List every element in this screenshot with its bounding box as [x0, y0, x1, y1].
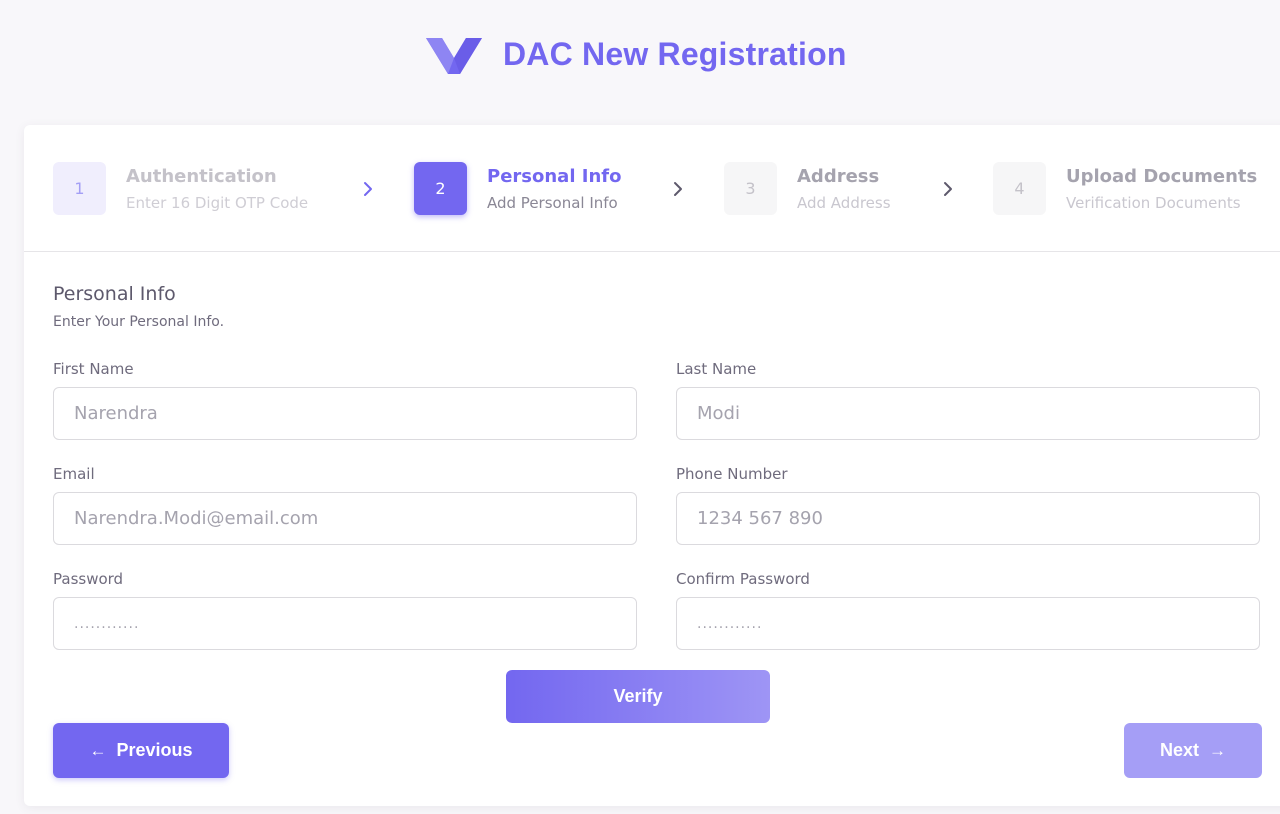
next-button[interactable]: Next → [1124, 723, 1262, 778]
step-personal-info[interactable]: 2 Personal Info Add Personal Info [414, 162, 654, 216]
verify-label: Verify [613, 686, 663, 706]
step-upload-documents[interactable]: 4 Upload Documents Verification Document… [993, 162, 1280, 216]
chevron-right-icon [944, 182, 952, 196]
last-name-label: Last Name [676, 360, 757, 378]
chevron-right-icon [674, 182, 682, 196]
arrow-right-icon: → [1209, 740, 1226, 760]
previous-button[interactable]: ← Previous [53, 723, 229, 778]
step-authentication[interactable]: 1 Authentication Enter 16 Digit OTP Code [53, 162, 353, 216]
confirm-password-label: Confirm Password [676, 570, 810, 588]
section-subtitle: Enter Your Personal Info. [53, 314, 225, 330]
stepper: 1 Authentication Enter 16 Digit OTP Code… [24, 125, 1280, 252]
step-title: Upload Documents [1066, 166, 1258, 187]
brand-header: DAC New Registration [0, 34, 1280, 80]
email-label: Email [53, 465, 95, 483]
step-number: 1 [53, 162, 106, 215]
next-label: Next [1159, 740, 1199, 760]
confirm-password-input[interactable]: ............ [676, 597, 1260, 650]
email-input[interactable]: Narendra.Modi@email.com [53, 492, 637, 545]
registration-page: DAC New Registration 1 Authentication En… [0, 0, 1280, 814]
password-input[interactable]: ............ [53, 597, 637, 650]
section-title: Personal Info [53, 283, 176, 305]
registration-card: 1 Authentication Enter 16 Digit OTP Code… [24, 125, 1280, 806]
step-title: Address [797, 166, 880, 187]
step-title: Personal Info [487, 166, 622, 187]
password-label: Password [53, 570, 124, 588]
step-address[interactable]: 3 Address Add Address [724, 162, 924, 216]
step-subtitle: Add Personal Info [487, 194, 618, 212]
step-title: Authentication [126, 166, 277, 187]
phone-input[interactable]: 1234 567 890 [676, 492, 1260, 545]
page-title: DAC New Registration [503, 36, 847, 72]
verify-button[interactable]: Verify [506, 670, 770, 723]
logo-v-icon [426, 38, 482, 74]
step-number: 3 [724, 162, 777, 215]
last-name-input[interactable]: Modi [676, 387, 1260, 440]
step-number: 4 [993, 162, 1046, 215]
step-subtitle: Enter 16 Digit OTP Code [126, 194, 309, 212]
first-name-input[interactable]: Narendra [53, 387, 637, 440]
previous-label: Previous [116, 740, 193, 760]
step-subtitle: Add Address [797, 194, 891, 212]
first-name-label: First Name [53, 360, 134, 378]
step-number: 2 [414, 162, 467, 215]
step-subtitle: Verification Documents [1066, 194, 1241, 212]
phone-label: Phone Number [676, 465, 788, 483]
chevron-right-icon [364, 182, 372, 196]
arrow-left-icon: ← [89, 740, 107, 760]
